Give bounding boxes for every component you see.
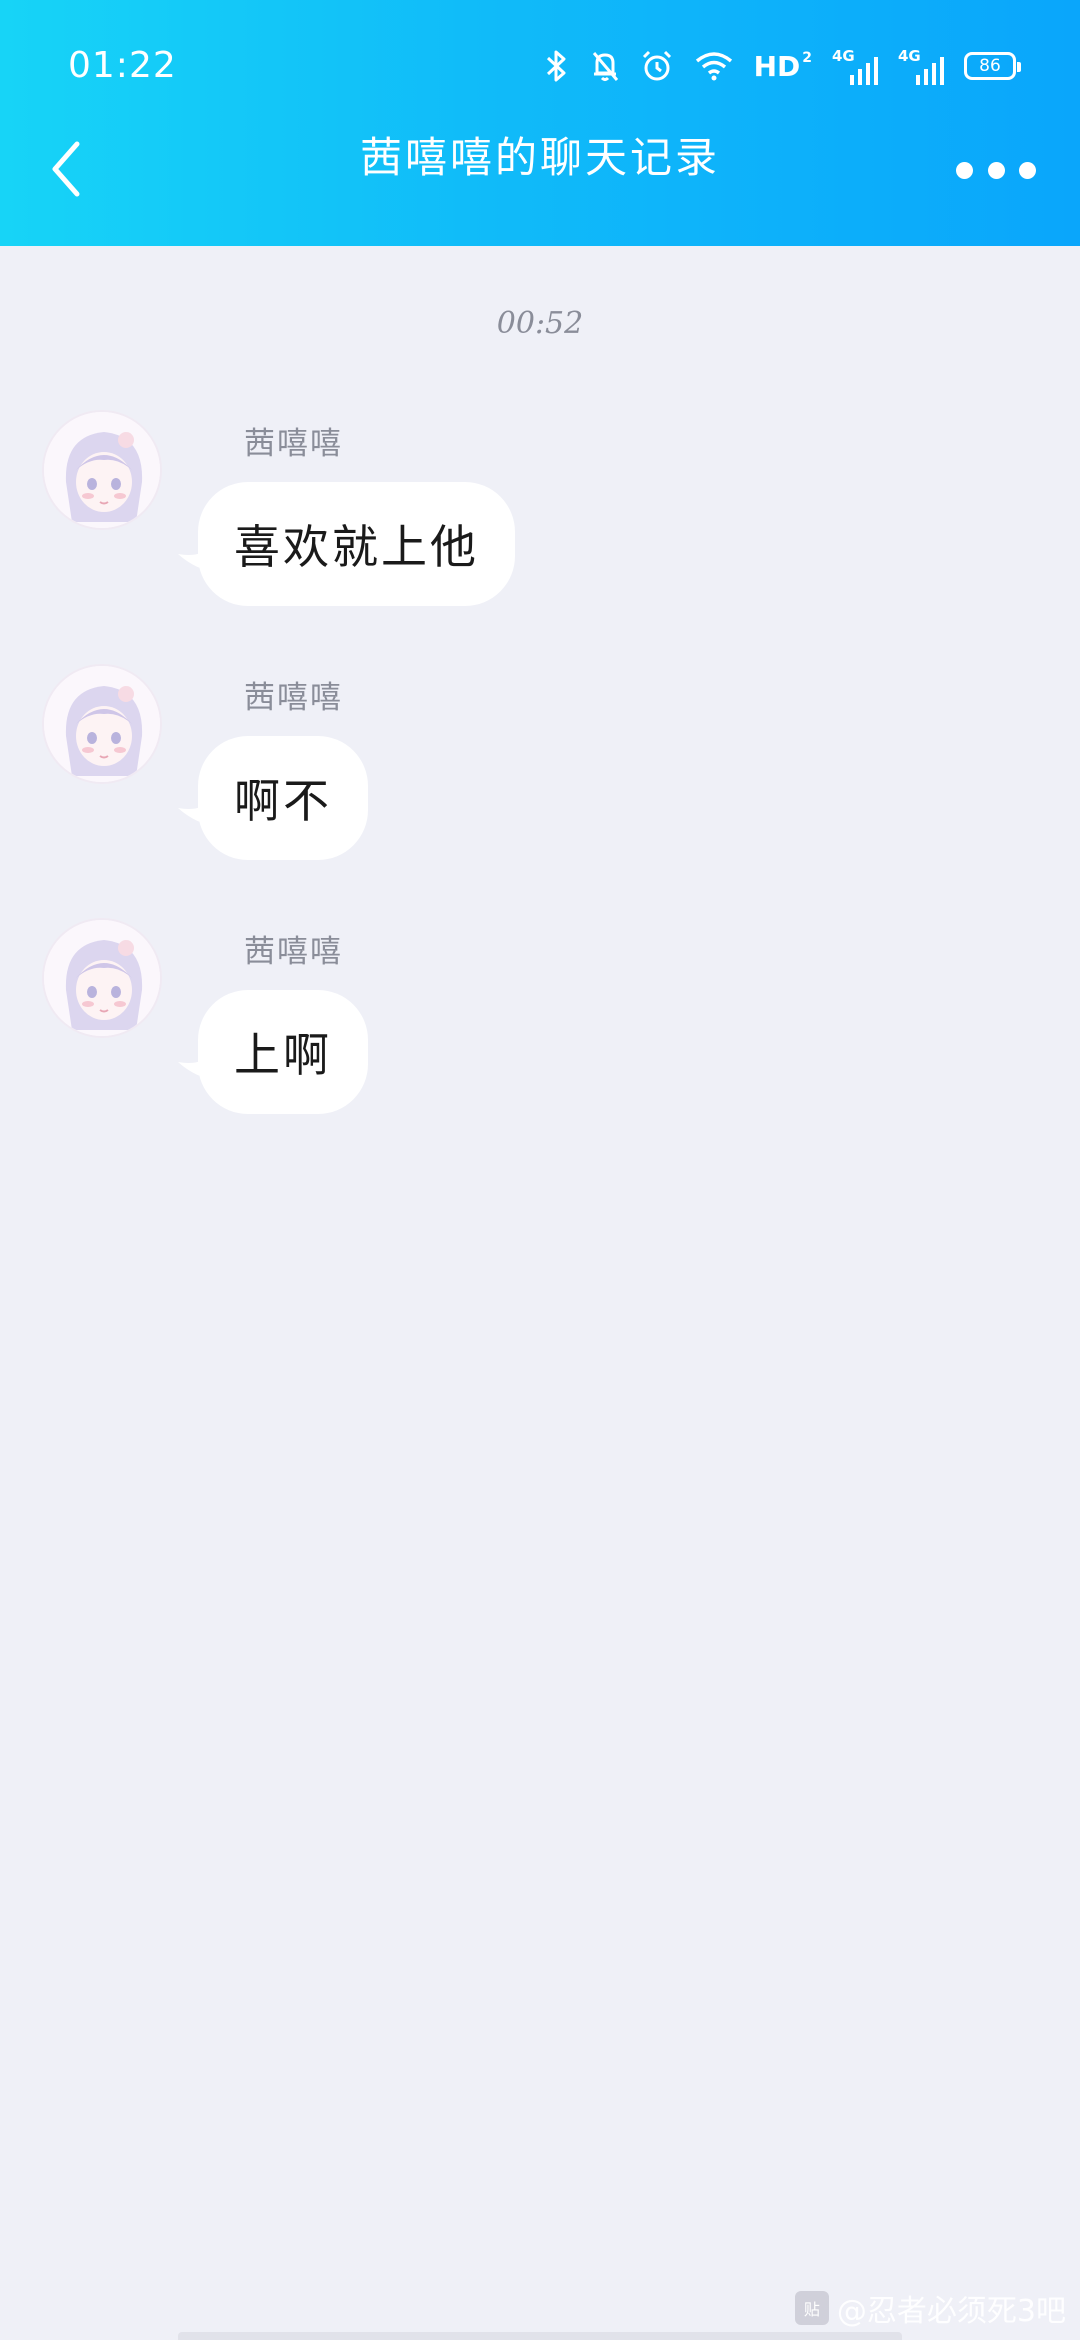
avatar[interactable] (42, 918, 162, 1038)
message-row: 茜嘻嘻 上啊 (0, 918, 1080, 1148)
message-row: 茜嘻嘻 啊不 (0, 664, 1080, 894)
message-bubble[interactable]: 上啊 (198, 990, 368, 1114)
status-bar: 01:22 HD 2 4G 4G 86 (0, 38, 1080, 94)
chat-area[interactable]: 00:52 茜嘻嘻 喜欢就上他 茜嘻嘻 啊不 茜嘻嘻 上啊 贴 @忍者必须死3吧 (0, 246, 1080, 2340)
more-button[interactable] (956, 150, 1036, 190)
wifi-icon (695, 52, 732, 81)
battery-icon: 86 (964, 52, 1021, 80)
sender-name: 茜嘻嘻 (244, 680, 343, 716)
avatar-image (44, 666, 160, 782)
chat-timestamp: 00:52 (496, 306, 584, 341)
watermark-text: @忍者必须死3吧 (836, 2294, 1066, 2329)
more-dot (956, 161, 973, 179)
status-time: 01:22 (68, 45, 177, 86)
hd-sub: 2 (802, 49, 812, 66)
chevron-left-icon (52, 141, 80, 197)
battery-level: 86 (979, 56, 1001, 76)
mute-bell-icon (592, 52, 618, 81)
back-button[interactable] (36, 134, 96, 204)
sender-name: 茜嘻嘻 (244, 934, 343, 970)
sender-name: 茜嘻嘻 (244, 426, 343, 462)
signal-icon: 4G (898, 47, 944, 85)
hd-icon: HD 2 (754, 50, 812, 83)
avatar[interactable] (42, 410, 162, 530)
bluetooth-icon (546, 50, 566, 82)
nav-bar: 茜嘻嘻的聊天记录 (0, 110, 1080, 230)
alarm-icon (642, 50, 671, 81)
status-icons: HD 2 4G 4G 86 (544, 44, 1021, 88)
message-bubble[interactable]: 啊不 (198, 736, 368, 860)
hd-label: HD (753, 49, 801, 83)
more-dot (987, 161, 1005, 179)
avatar[interactable] (42, 664, 162, 784)
home-indicator[interactable] (178, 2332, 902, 2340)
signal-icon: 4G (832, 47, 878, 85)
more-dot (1019, 161, 1036, 179)
avatar-image (44, 920, 160, 1036)
header: 01:22 HD 2 4G 4G 86 茜嘻嘻的聊天记录 (0, 0, 1080, 246)
watermark: 贴 @忍者必须死3吧 (794, 2286, 1066, 2330)
message-row: 茜嘻嘻 喜欢就上他 (0, 410, 1080, 640)
message-bubble[interactable]: 喜欢就上他 (198, 482, 515, 606)
page-title: 茜嘻嘻的聊天记录 (359, 133, 720, 182)
tieba-icon: 贴 (794, 2291, 829, 2325)
avatar-image (44, 412, 160, 528)
